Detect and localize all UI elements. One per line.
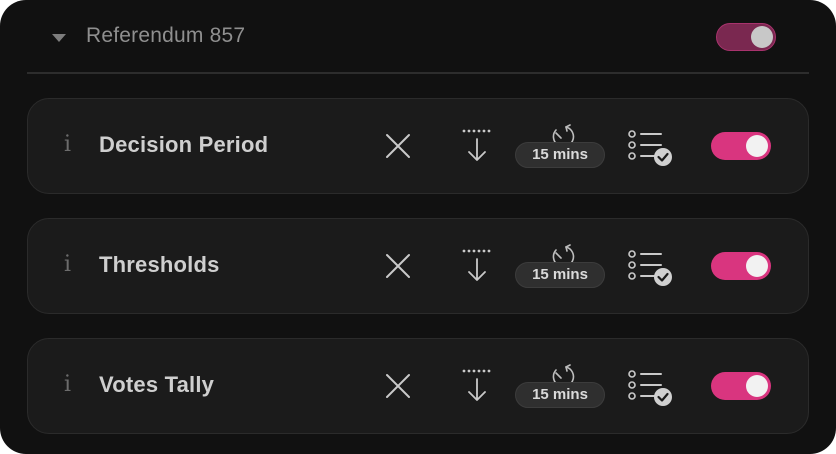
card-decision-period: i Decision Period 15 mins xyxy=(27,98,809,194)
toggle-knob xyxy=(746,135,768,157)
card-thresholds: i Thresholds 15 mins xyxy=(27,218,809,314)
card-toggle[interactable] xyxy=(711,132,771,160)
checklist-icon[interactable] xyxy=(627,369,675,409)
card-toggle[interactable] xyxy=(711,372,771,400)
duration-badge: 15 mins xyxy=(515,142,605,168)
close-icon[interactable] xyxy=(385,373,411,399)
duration-badge: 15 mins xyxy=(515,382,605,408)
toggle-knob xyxy=(746,255,768,277)
checklist-icon[interactable] xyxy=(627,249,675,289)
card-title: Votes Tally xyxy=(99,372,215,397)
arrow-down-to-line-icon[interactable] xyxy=(462,129,494,163)
close-icon[interactable] xyxy=(385,253,411,279)
duration-badge: 15 mins xyxy=(515,262,605,288)
referendum-toggle[interactable] xyxy=(716,23,776,51)
referendum-header[interactable]: Referendum 857 xyxy=(27,0,809,74)
info-icon[interactable]: i xyxy=(64,253,71,277)
close-icon[interactable] xyxy=(385,133,411,159)
card-title: Decision Period xyxy=(99,132,269,157)
card-toggle[interactable] xyxy=(711,252,771,280)
info-icon[interactable]: i xyxy=(64,133,71,157)
toggle-knob xyxy=(751,25,773,48)
arrow-down-to-line-icon[interactable] xyxy=(462,249,494,283)
toggle-knob xyxy=(746,375,768,397)
card-title: Thresholds xyxy=(99,252,220,277)
referendum-panel: Referendum 857 i Decision Period 15 mins xyxy=(0,0,836,454)
caret-down-icon[interactable] xyxy=(52,34,66,42)
info-icon[interactable]: i xyxy=(64,373,71,397)
referendum-title: Referendum 857 xyxy=(86,24,246,47)
checklist-icon[interactable] xyxy=(627,129,675,169)
card-votes-tally: i Votes Tally 15 mins xyxy=(27,338,809,434)
arrow-down-to-line-icon[interactable] xyxy=(462,369,494,403)
